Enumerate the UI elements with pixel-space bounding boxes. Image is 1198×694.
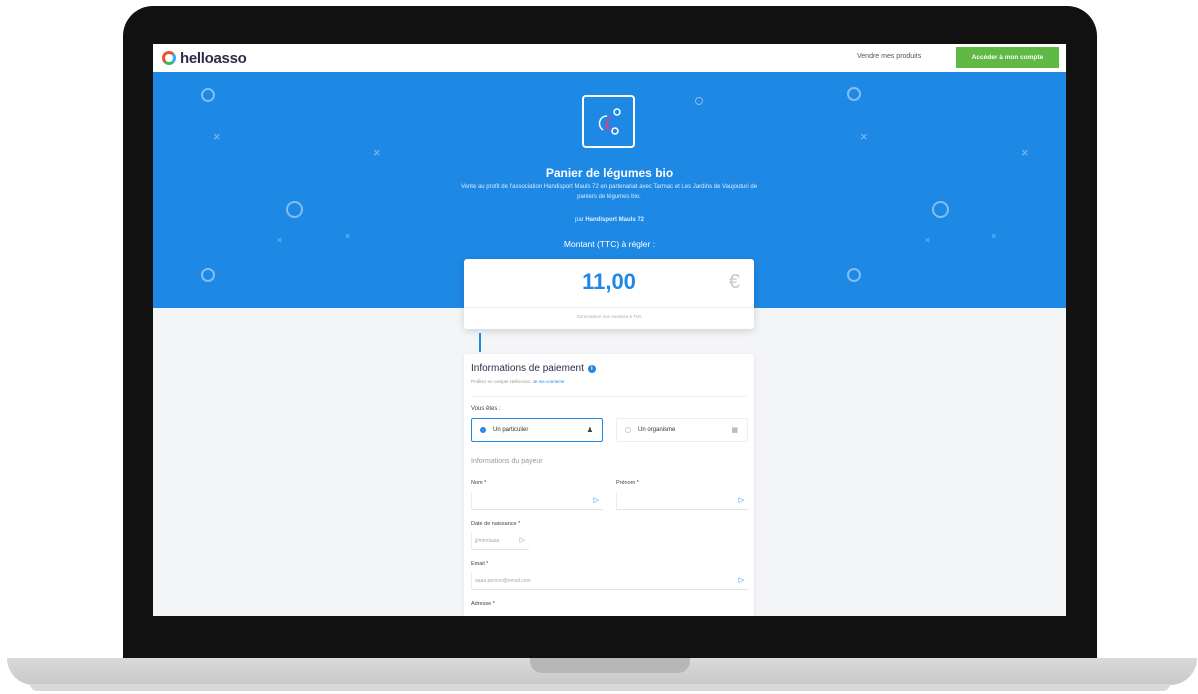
payment-title: Informations de paiement i	[471, 363, 596, 374]
euro-icon: €	[728, 271, 740, 293]
organization-logo	[582, 95, 635, 148]
account-button[interactable]: Accéder à mon compte	[956, 47, 1059, 68]
you-are-label: Vous êtes :	[471, 406, 501, 412]
autofill-icon: ▷	[738, 497, 744, 504]
radio-unselected-icon[interactable]	[625, 427, 631, 433]
option-particulier[interactable]: Un particulier ♟	[471, 418, 603, 442]
option-organisme-label: Un organisme	[638, 427, 676, 433]
campaign-title: Panier de légumes bio	[545, 166, 674, 180]
payment-title-text: Informations de paiement	[471, 363, 584, 374]
info-icon[interactable]: i	[587, 364, 596, 373]
option-particulier-label: Un particulier	[493, 427, 529, 433]
amount-card: 11,00 € Commission non soumise à TVA	[464, 259, 754, 329]
nom-label: Nom *	[471, 480, 487, 486]
divider	[471, 396, 747, 397]
decor-circle-icon	[932, 201, 949, 218]
decor-circle-icon	[286, 201, 303, 218]
organizer-prefix: par	[574, 217, 584, 223]
email-placeholder: aaaa.person@email.com	[475, 577, 531, 584]
prenom-input[interactable]: ▷	[616, 492, 748, 510]
payment-card: Informations de paiement i Profitez en c…	[464, 354, 754, 616]
decor-cross-icon: ×	[213, 129, 221, 144]
step-indicator	[479, 333, 481, 352]
amount-note: Commission non soumise à TVA	[576, 314, 642, 319]
sell-products-link[interactable]: Vendre mes produits	[857, 53, 921, 60]
decor-cross-icon: ×	[373, 145, 381, 160]
radio-selected-icon[interactable]	[480, 427, 486, 433]
building-icon: ▦	[731, 427, 738, 434]
top-bar: helloasso Vendre mes produits Accéder à …	[153, 44, 1066, 72]
autofill-icon: ▷	[593, 497, 599, 504]
organizer-name[interactable]: Handisport Mauls 72	[585, 217, 644, 223]
campaign-description: Vente au profit de l'association Handisp…	[460, 184, 758, 200]
dob-label: Date de naissance *	[471, 521, 521, 527]
subtitle-text: Profitez en compte HelloAsso.	[471, 379, 532, 384]
decor-circle-icon	[695, 97, 703, 105]
laptop-notch	[530, 658, 690, 673]
logo-text: helloasso	[180, 49, 247, 67]
autofill-icon: ▷	[519, 537, 525, 544]
decor-circle-icon	[201, 268, 215, 282]
screen: helloasso Vendre mes produits Accéder à …	[153, 44, 1066, 616]
decor-circle-icon	[847, 87, 861, 101]
campaign-organizer: par Handisport Mauls 72	[153, 217, 1066, 223]
laptop-base-shadow	[30, 684, 1170, 691]
logo-icon	[162, 51, 176, 65]
decor-circle-icon	[201, 88, 215, 102]
person-icon: ♟	[586, 427, 593, 434]
decor-cross-icon: ×	[1021, 145, 1029, 160]
email-label: Email *	[471, 561, 489, 567]
wheelchair-athlete-icon	[598, 107, 621, 135]
prenom-label: Prénom *	[616, 480, 639, 486]
email-input[interactable]: aaaa.person@email.com ▷	[471, 572, 748, 590]
dob-placeholder: jj/mm/aaaa	[475, 537, 500, 544]
decor-cross-icon: ×	[860, 129, 868, 144]
payment-subtitle: Profitez en compte HelloAsso. Je me conn…	[471, 379, 564, 384]
dob-input[interactable]: jj/mm/aaaa ▷	[471, 532, 529, 550]
address-label: Adresse *	[471, 601, 495, 607]
payer-section-title: Informations du payeur	[471, 458, 543, 465]
login-link[interactable]: Je me connecte	[533, 379, 565, 384]
amount-value: 11,00	[582, 269, 636, 294]
nom-input[interactable]: ▷	[471, 492, 603, 510]
option-organisme[interactable]: Un organisme ▦	[616, 418, 748, 442]
amount-label: Montant (TTC) à régler :	[563, 239, 656, 249]
divider	[464, 307, 754, 308]
decor-circle-icon	[847, 268, 861, 282]
logo[interactable]: helloasso	[162, 50, 247, 67]
autofill-icon: ▷	[738, 577, 744, 584]
